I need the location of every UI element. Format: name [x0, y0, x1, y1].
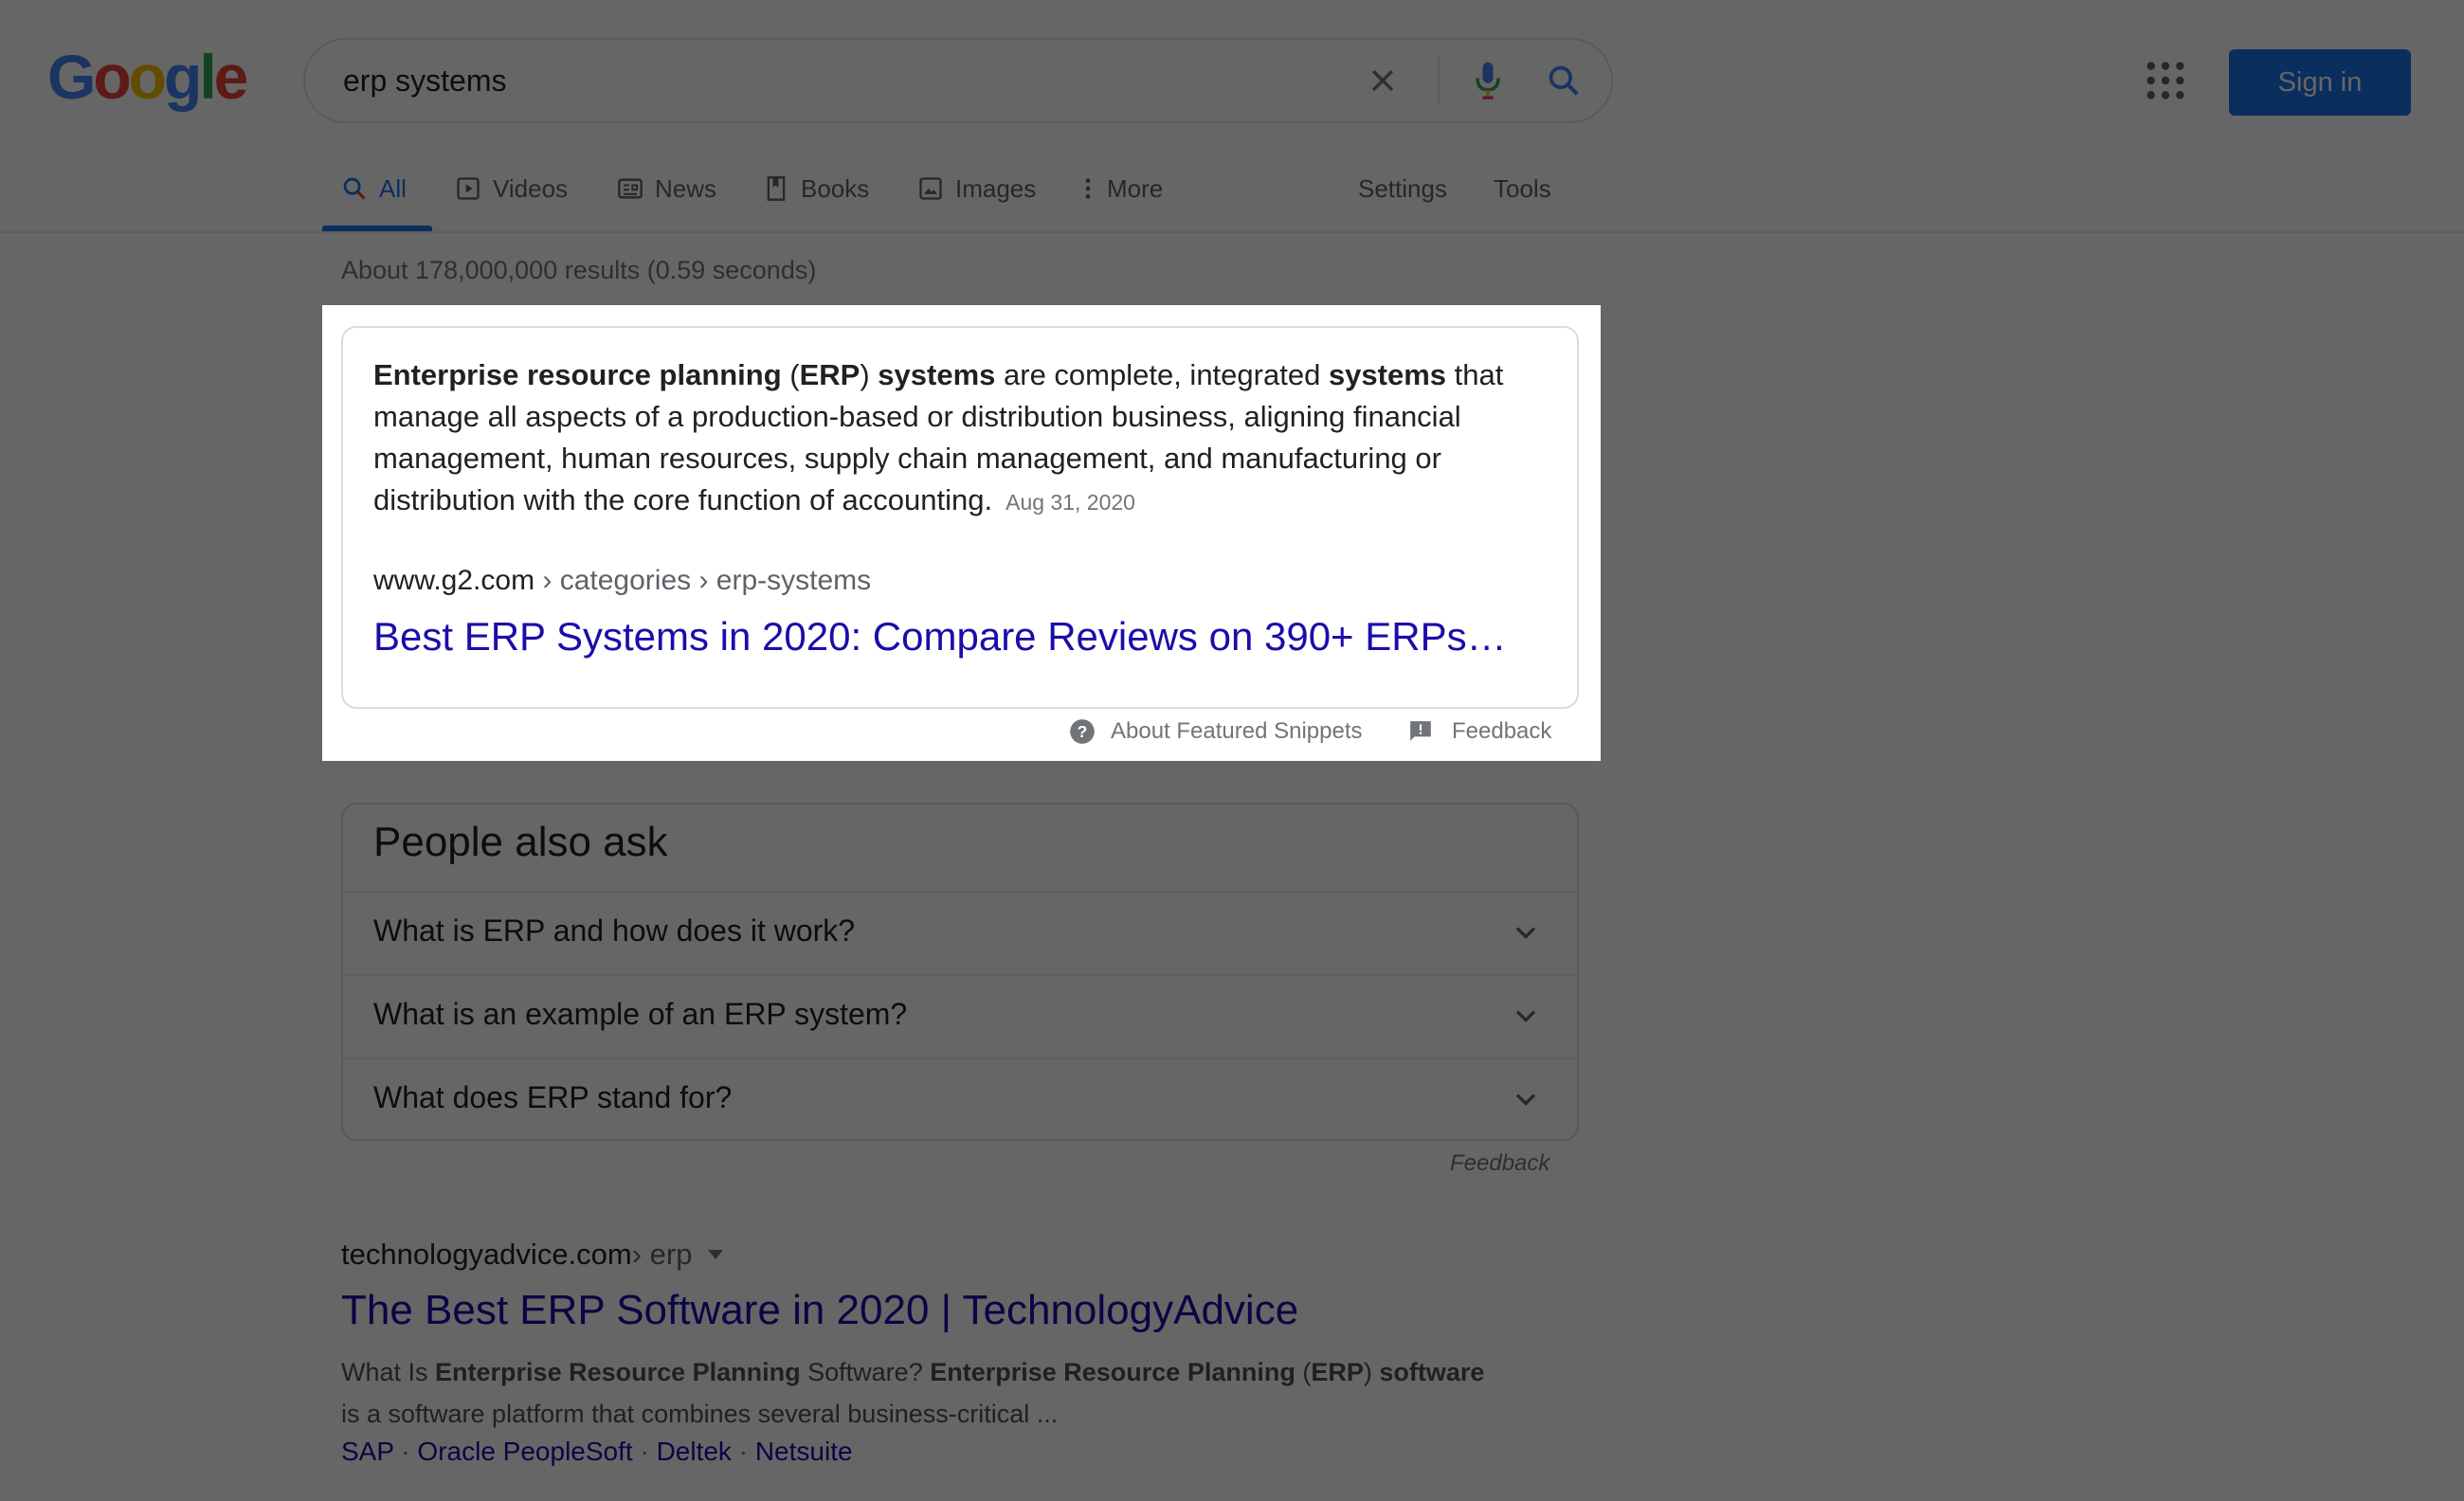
paa-question[interactable]: What does ERP stand for? — [373, 1080, 732, 1115]
tab-all[interactable]: All — [341, 167, 407, 210]
close-icon[interactable] — [1359, 57, 1406, 104]
paa-feedback-link[interactable]: Feedback — [1450, 1150, 1549, 1177]
sitelink[interactable]: SAP — [341, 1437, 394, 1466]
chevron-down-icon[interactable] — [1509, 1082, 1543, 1116]
caret-down-icon[interactable] — [707, 1249, 724, 1260]
divider — [343, 891, 1577, 893]
sitelink[interactable]: Deltek — [657, 1437, 732, 1466]
paa-question[interactable]: What is ERP and how does it work? — [373, 913, 855, 949]
result-stats: About 178,000,000 results (0.59 seconds) — [341, 256, 817, 284]
result-sitelinks: SAP · Oracle PeopleSoft · Deltek · Netsu… — [341, 1437, 853, 1466]
result-title-link[interactable]: The Best ERP Software in 2020 | Technolo… — [341, 1287, 1298, 1334]
tab-bar-divider — [0, 231, 2464, 233]
sitelink[interactable]: Oracle PeopleSoft — [417, 1437, 632, 1466]
tab-images[interactable]: Images — [917, 167, 1036, 210]
tab-label: All — [379, 174, 407, 203]
book-icon — [763, 175, 789, 202]
tab-label: Videos — [493, 174, 569, 203]
apps-grid-icon[interactable] — [2144, 59, 2187, 102]
dim-overlay — [1601, 305, 2464, 761]
sitelink[interactable]: Netsuite — [755, 1437, 853, 1466]
feedback-icon — [1408, 719, 1433, 744]
tab-label: Books — [801, 174, 870, 203]
result-snippet: What Is Enterprise Resource Planning Sof… — [341, 1358, 1485, 1428]
search-input[interactable] — [343, 40, 1291, 121]
snippet-date: Aug 31, 2020 — [1006, 490, 1135, 515]
featured-snippet-feedback-link[interactable]: Feedback — [1408, 718, 1551, 745]
dim-overlay — [0, 305, 322, 761]
people-also-ask-title: People also ask — [373, 819, 668, 865]
search-icon[interactable] — [1540, 57, 1587, 104]
play-icon — [455, 175, 481, 202]
settings-link[interactable]: Settings — [1358, 167, 1447, 210]
newspaper-icon — [617, 175, 643, 202]
chevron-down-icon[interactable] — [1509, 915, 1543, 949]
divider — [343, 1058, 1577, 1059]
featured-snippet-title-link[interactable]: Best ERP Systems in 2020: Compare Review… — [373, 614, 1507, 660]
featured-snippet-cite[interactable]: www.g2.com › categories › erp-systems — [373, 565, 871, 597]
svg-text:?: ? — [1078, 722, 1088, 741]
tab-news[interactable]: News — [617, 167, 716, 210]
tools-link[interactable]: Tools — [1494, 167, 1551, 210]
tab-label: Images — [955, 174, 1037, 203]
tab-books[interactable]: Books — [763, 167, 869, 210]
search-icon — [341, 175, 368, 202]
tab-videos[interactable]: Videos — [455, 167, 568, 210]
search-box-divider — [1438, 57, 1440, 104]
tab-label: News — [655, 174, 717, 203]
tab-label: More — [1107, 174, 1164, 203]
about-featured-snippets-link[interactable]: ? About Featured Snippets — [1069, 718, 1363, 745]
search-box — [303, 38, 1613, 123]
microphone-icon[interactable] — [1464, 57, 1512, 104]
google-logo[interactable]: Google — [47, 44, 248, 110]
divider — [343, 974, 1577, 976]
sign-in-button[interactable]: Sign in — [2229, 49, 2411, 116]
more-vertical-icon — [1080, 175, 1096, 202]
tab-more[interactable]: More — [1080, 167, 1163, 210]
paa-question[interactable]: What is an example of an ERP system? — [373, 997, 907, 1032]
featured-snippet-text: Enterprise resource planning (ERP) syste… — [373, 358, 1504, 516]
help-icon: ? — [1069, 718, 1096, 745]
image-icon — [917, 175, 944, 202]
result-cite[interactable]: technologyadvice.com › erp — [341, 1238, 724, 1272]
chevron-down-icon[interactable] — [1509, 999, 1543, 1033]
